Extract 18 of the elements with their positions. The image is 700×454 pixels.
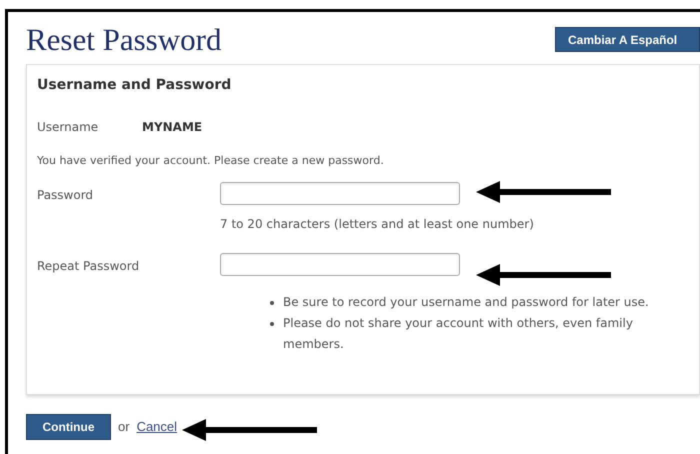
password-field[interactable] (220, 252, 460, 276)
language-button[interactable]: Cambiar A Español (555, 27, 700, 52)
note-text: Be sure to record your username and password for later use. (283, 294, 649, 310)
cancel-link[interactable]: Cancel (136, 417, 178, 437)
field-label: Password (37, 187, 94, 204)
bullet-icon (270, 322, 274, 326)
continue-button[interactable]: Continue (26, 414, 111, 440)
password-field[interactable] (220, 182, 460, 204)
section-heading: Username and Password (37, 76, 232, 95)
or-text: or (118, 418, 130, 436)
intro-text: You have verified your account. Please create a new password. (37, 153, 385, 169)
username-label: Username (37, 119, 100, 136)
password-hint: 7 to 20 characters (letters and at least one number) (220, 216, 535, 232)
bullet-icon (270, 300, 274, 304)
field-label: Repeat Password (37, 258, 140, 275)
username-value: MYNAME (142, 119, 202, 136)
page-title: Reset Password (26, 21, 222, 59)
note-text: Please do not share your account with others, even family members. (283, 314, 634, 352)
